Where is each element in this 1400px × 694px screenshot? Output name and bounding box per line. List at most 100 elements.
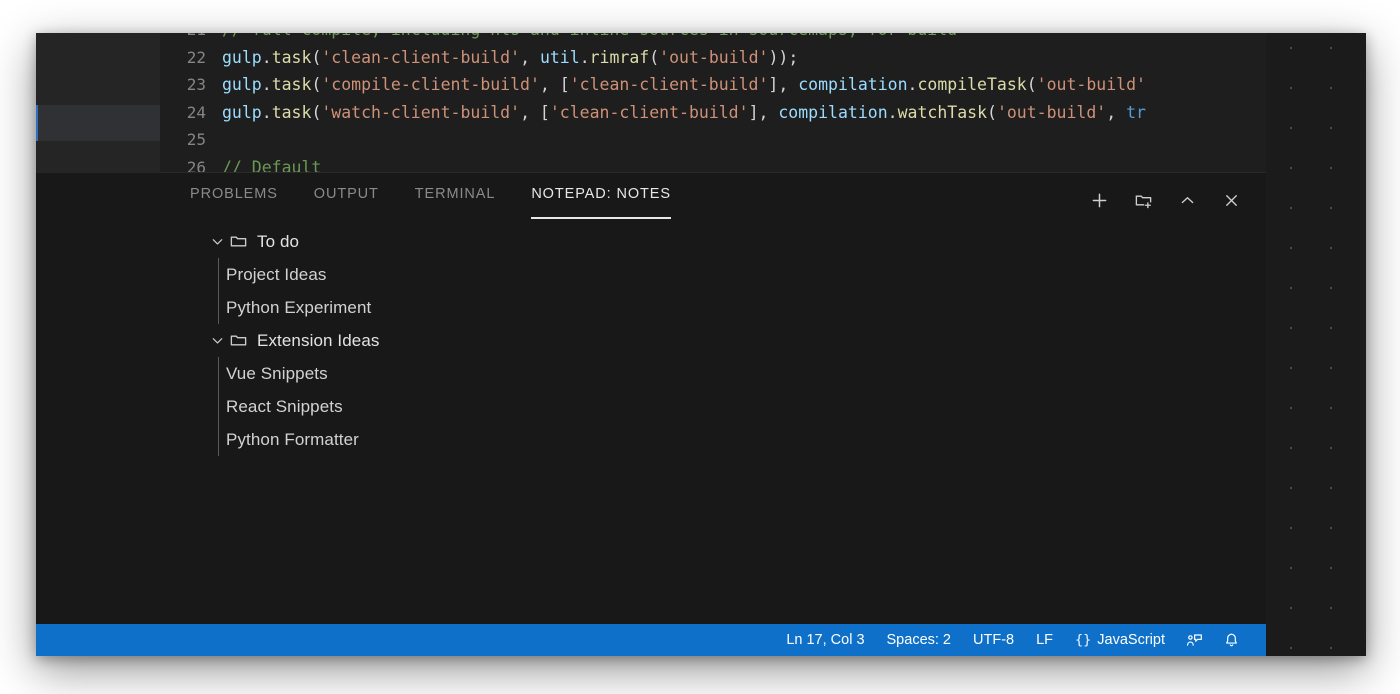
code-token: )); [768, 48, 798, 67]
code-line: 22gulp.task('clean-client-build', util.r… [160, 44, 1266, 72]
code-token: rimraf [590, 48, 650, 67]
code-token: . [580, 48, 590, 67]
notepad-folder-label: Extension Ideas [257, 331, 379, 351]
feedback-icon[interactable] [1176, 624, 1213, 656]
new-folder-icon[interactable] [1132, 189, 1154, 211]
code-token: . [908, 75, 918, 94]
line-number: 23 [160, 75, 222, 94]
page-root: 21// full compile, including nls and inl… [0, 0, 1400, 694]
app-body: 21// full compile, including nls and inl… [36, 33, 1266, 624]
code-line: 24gulp.task('watch-client-build', ['clea… [160, 99, 1266, 127]
panel-tab-notepad-notes[interactable]: NOTEPAD: NOTES [531, 173, 671, 221]
code-token: task [272, 48, 312, 67]
status-item[interactable]: Spaces: 2 [876, 624, 963, 656]
sidebar-row[interactable] [36, 69, 160, 105]
code-token: ( [987, 103, 997, 122]
notepad-note-row[interactable]: Python Experiment [160, 291, 1266, 324]
status-item[interactable]: UTF-8 [962, 624, 1025, 656]
notepad-tree: To do Project Ideas Python Experiment Exten… [160, 221, 1266, 624]
notepad-note-label: Project Ideas [226, 265, 327, 285]
code-line: 25 [160, 126, 1266, 154]
status-language-mode[interactable]: {} JavaScript [1064, 624, 1176, 656]
panel-tab-list: PROBLEMS OUTPUT TERMINAL NOTEPAD: NOTES [190, 173, 1088, 221]
code-token: . [262, 75, 272, 94]
notepad-note-row[interactable]: React Snippets [160, 390, 1266, 423]
code-lines: 21// full compile, including nls and inl… [160, 33, 1266, 173]
chevron-down-icon[interactable] [208, 233, 226, 251]
code-token: tr [1126, 103, 1146, 122]
line-content: gulp.task('watch-client-build', ['clean-… [222, 103, 1146, 122]
close-icon[interactable] [1220, 189, 1242, 211]
code-token: ( [311, 48, 321, 67]
code-token: . [888, 103, 898, 122]
line-number: 24 [160, 103, 222, 122]
notepad-note-label: Python Formatter [226, 430, 359, 450]
code-token: util [540, 48, 580, 67]
code-token: 'clean-client-build' [550, 103, 749, 122]
folder-icon [228, 232, 248, 252]
code-token: compileTask [917, 75, 1026, 94]
sidebar-row[interactable] [36, 33, 160, 69]
code-token: ], [768, 75, 798, 94]
code-token: ( [311, 75, 321, 94]
code-line: 21// full compile, including nls and inl… [160, 33, 1266, 44]
line-content: // Default [222, 158, 321, 173]
chevron-down-icon[interactable] [208, 332, 226, 350]
chevron-up-icon[interactable] [1176, 189, 1198, 211]
notepad-note-row[interactable]: Python Formatter [160, 423, 1266, 456]
notepad-note-label: React Snippets [226, 397, 343, 417]
code-token: compilation [778, 103, 887, 122]
plus-icon[interactable] [1088, 189, 1110, 211]
code-token: task [272, 75, 312, 94]
code-token: gulp [222, 103, 262, 122]
line-number: 26 [160, 158, 222, 173]
line-content: // full compile, including nls and inlin… [222, 33, 957, 39]
notepad-note-label: Vue Snippets [226, 364, 328, 384]
folder-icon [228, 331, 248, 351]
notepad-note-label: Python Experiment [226, 298, 371, 318]
notepad-note-row[interactable]: Project Ideas [160, 258, 1266, 291]
braces-icon: {} [1075, 632, 1091, 648]
code-token: ], [749, 103, 779, 122]
code-token: ( [311, 103, 321, 122]
code-token: ( [1027, 75, 1037, 94]
code-token: 'clean-client-build' [321, 48, 520, 67]
code-token: , [1106, 103, 1126, 122]
code-token: , [ [540, 75, 570, 94]
code-token: , [520, 48, 540, 67]
notepad-folder-row[interactable]: To do [160, 225, 1266, 258]
line-number: 25 [160, 130, 222, 149]
panel-tab-output[interactable]: OUTPUT [314, 173, 379, 221]
code-token: 'watch-client-build' [321, 103, 520, 122]
line-content: gulp.task('clean-client-build', util.rim… [222, 48, 798, 67]
notepad-folder-label: To do [257, 232, 299, 252]
browser-window-frame: 21// full compile, including nls and inl… [36, 33, 1366, 656]
code-line: 26// Default [160, 154, 1266, 174]
status-item[interactable]: LF [1025, 624, 1064, 656]
code-token: . [262, 48, 272, 67]
sidebar-row-selected[interactable] [36, 105, 160, 141]
code-token: 'compile-client-build' [321, 75, 540, 94]
panel-tab-terminal[interactable]: TERMINAL [415, 173, 496, 221]
code-token: // Default [222, 158, 321, 173]
code-token: task [272, 103, 312, 122]
code-token: , [ [520, 103, 550, 122]
bell-icon[interactable] [1213, 624, 1250, 656]
code-token: compilation [798, 75, 907, 94]
code-editor[interactable]: 21// full compile, including nls and inl… [160, 33, 1266, 173]
line-content: gulp.task('compile-client-build', ['clea… [222, 75, 1146, 94]
status-item[interactable]: Ln 17, Col 3 [775, 624, 875, 656]
bottom-panel: PROBLEMS OUTPUT TERMINAL NOTEPAD: NOTES To … [36, 173, 1266, 624]
code-token: // full compile, including nls and inlin… [222, 33, 957, 39]
sidebar-row[interactable] [36, 141, 160, 177]
editor-column: 21// full compile, including nls and inl… [160, 33, 1266, 624]
status-language-label: JavaScript [1097, 632, 1165, 648]
panel-tab-problems[interactable]: PROBLEMS [190, 173, 278, 221]
notepad-note-row[interactable]: Vue Snippets [160, 357, 1266, 390]
code-token: . [262, 103, 272, 122]
notepad-folder-row[interactable]: Extension Ideas [160, 324, 1266, 357]
code-token: 'clean-client-build' [570, 75, 769, 94]
code-token: gulp [222, 75, 262, 94]
status-bar: Ln 17, Col 3Spaces: 2UTF-8LF {} JavaScript [36, 624, 1266, 656]
code-token: 'out-build' [997, 103, 1106, 122]
